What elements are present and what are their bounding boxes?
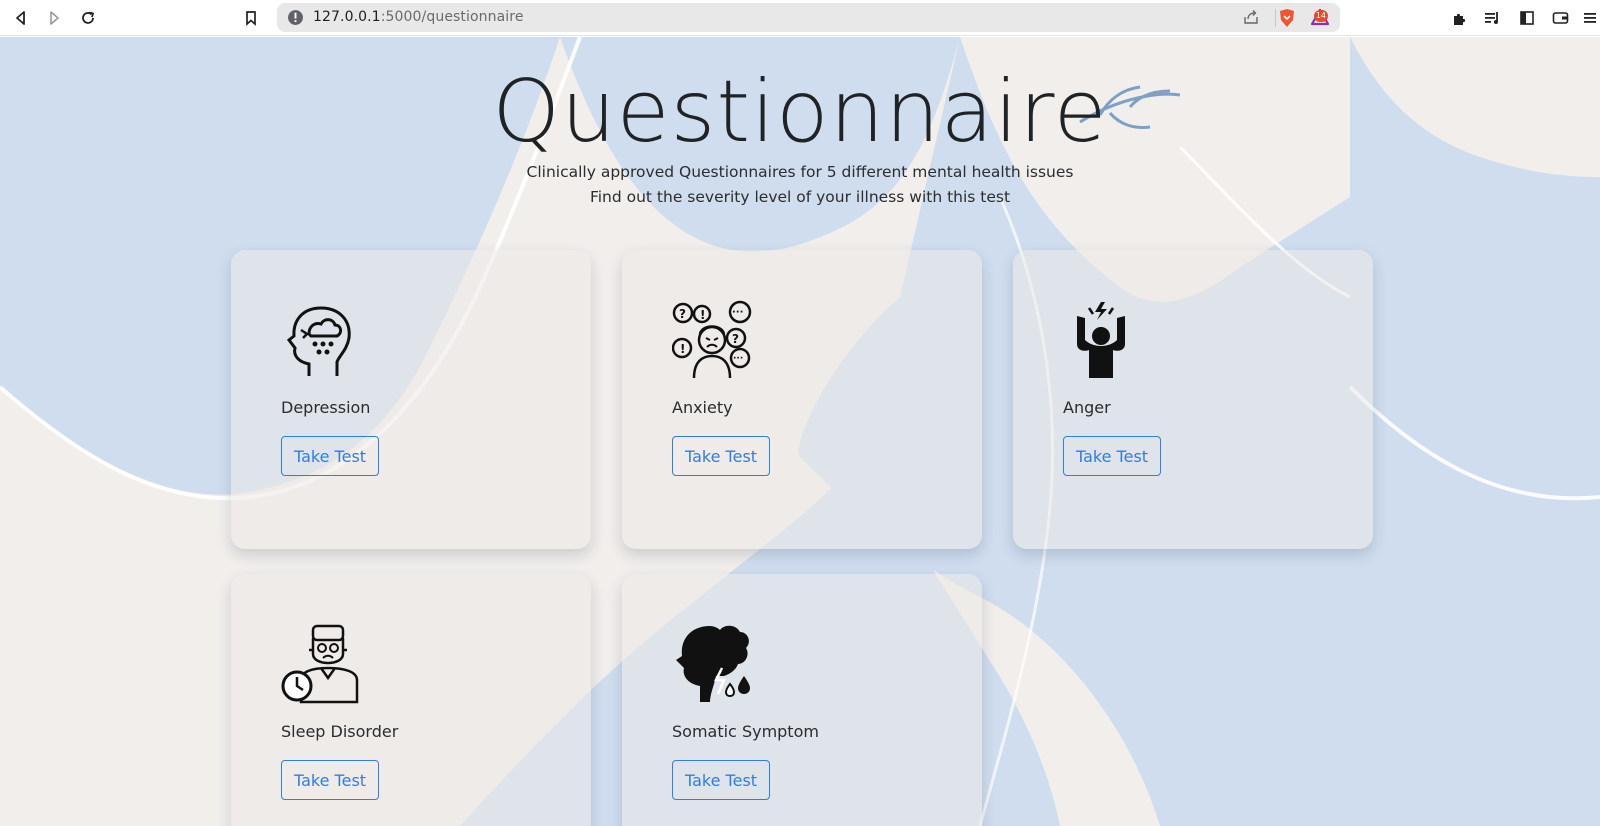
questionnaire-card-depression: Depression Take Test	[231, 250, 591, 549]
url-path: :5000/questionnaire	[380, 9, 524, 25]
somatic-head-icon	[672, 624, 752, 704]
take-test-anxiety-button[interactable]: Take Test	[672, 436, 771, 476]
brave-shield-icon[interactable]	[1278, 8, 1296, 33]
address-bar[interactable]: 127.0.0.1:5000/questionnaire 14	[277, 3, 1340, 32]
share-icon[interactable]	[1242, 8, 1260, 31]
card-label: Sleep Disorder	[281, 722, 399, 741]
sidebar-icon[interactable]	[1516, 7, 1538, 29]
back-icon[interactable]	[10, 7, 32, 29]
url-host: 127.0.0.1	[313, 9, 381, 25]
questionnaire-card-anger: Anger Take Test	[1013, 250, 1373, 549]
page-subtitle-line1: Clinically approved Questionnaires for 5…	[526, 163, 1074, 181]
menu-icon[interactable]	[1578, 7, 1600, 29]
site-info-icon[interactable]	[287, 9, 304, 31]
anxiety-person-icon: ? ! ··· ! ? ···	[671, 300, 752, 380]
card-label: Depression	[281, 398, 371, 417]
page-subtitle-line2: Find out the severity level of your illn…	[589, 188, 1011, 206]
questionnaire-card-anxiety: ? ! ··· ! ? ··· Anxiety Take Test	[622, 250, 982, 549]
page-content: Questionnaire Clinically approved Questi…	[0, 37, 1600, 826]
playlist-icon[interactable]	[1482, 7, 1504, 29]
card-label: Anger	[1063, 398, 1111, 417]
svg-text:!: !	[700, 308, 705, 322]
questionnaire-card-somatic-symptom: Somatic Symptom Take Test	[622, 574, 982, 826]
forward-icon[interactable]	[43, 7, 65, 29]
bookmark-icon[interactable]	[240, 7, 262, 29]
card-label: Anxiety	[672, 398, 733, 417]
wallet-icon[interactable]	[1550, 7, 1572, 29]
take-test-depression-button[interactable]: Take Test	[281, 436, 380, 476]
url-text[interactable]: 127.0.0.1:5000/questionnaire	[313, 9, 524, 25]
depression-head-icon	[281, 300, 361, 380]
questionnaire-card-sleep-disorder: Sleep Disorder Take Test	[231, 574, 591, 826]
rewards-badge: 14	[1313, 10, 1328, 22]
anger-person-icon	[1063, 300, 1143, 380]
card-label: Somatic Symptom	[672, 722, 819, 741]
take-test-somatic-symptom-button[interactable]: Take Test	[672, 760, 771, 800]
address-bar-divider	[1275, 9, 1276, 27]
svg-text:!: !	[680, 342, 685, 356]
svg-text:···: ···	[733, 354, 743, 364]
extensions-icon[interactable]	[1449, 7, 1471, 29]
svg-text:?: ?	[679, 307, 686, 321]
reload-icon[interactable]	[77, 7, 99, 29]
take-test-anger-button[interactable]: Take Test	[1063, 436, 1162, 476]
brave-rewards-icon[interactable]: 14	[1310, 8, 1330, 31]
svg-text:···: ···	[732, 307, 743, 318]
take-test-sleep-disorder-button[interactable]: Take Test	[281, 760, 380, 800]
browser-toolbar: 127.0.0.1:5000/questionnaire 14	[0, 0, 1600, 36]
svg-text:?: ?	[732, 332, 739, 346]
page-title: Questionnaire	[492, 62, 1108, 162]
sleep-disorder-person-icon	[281, 624, 361, 704]
